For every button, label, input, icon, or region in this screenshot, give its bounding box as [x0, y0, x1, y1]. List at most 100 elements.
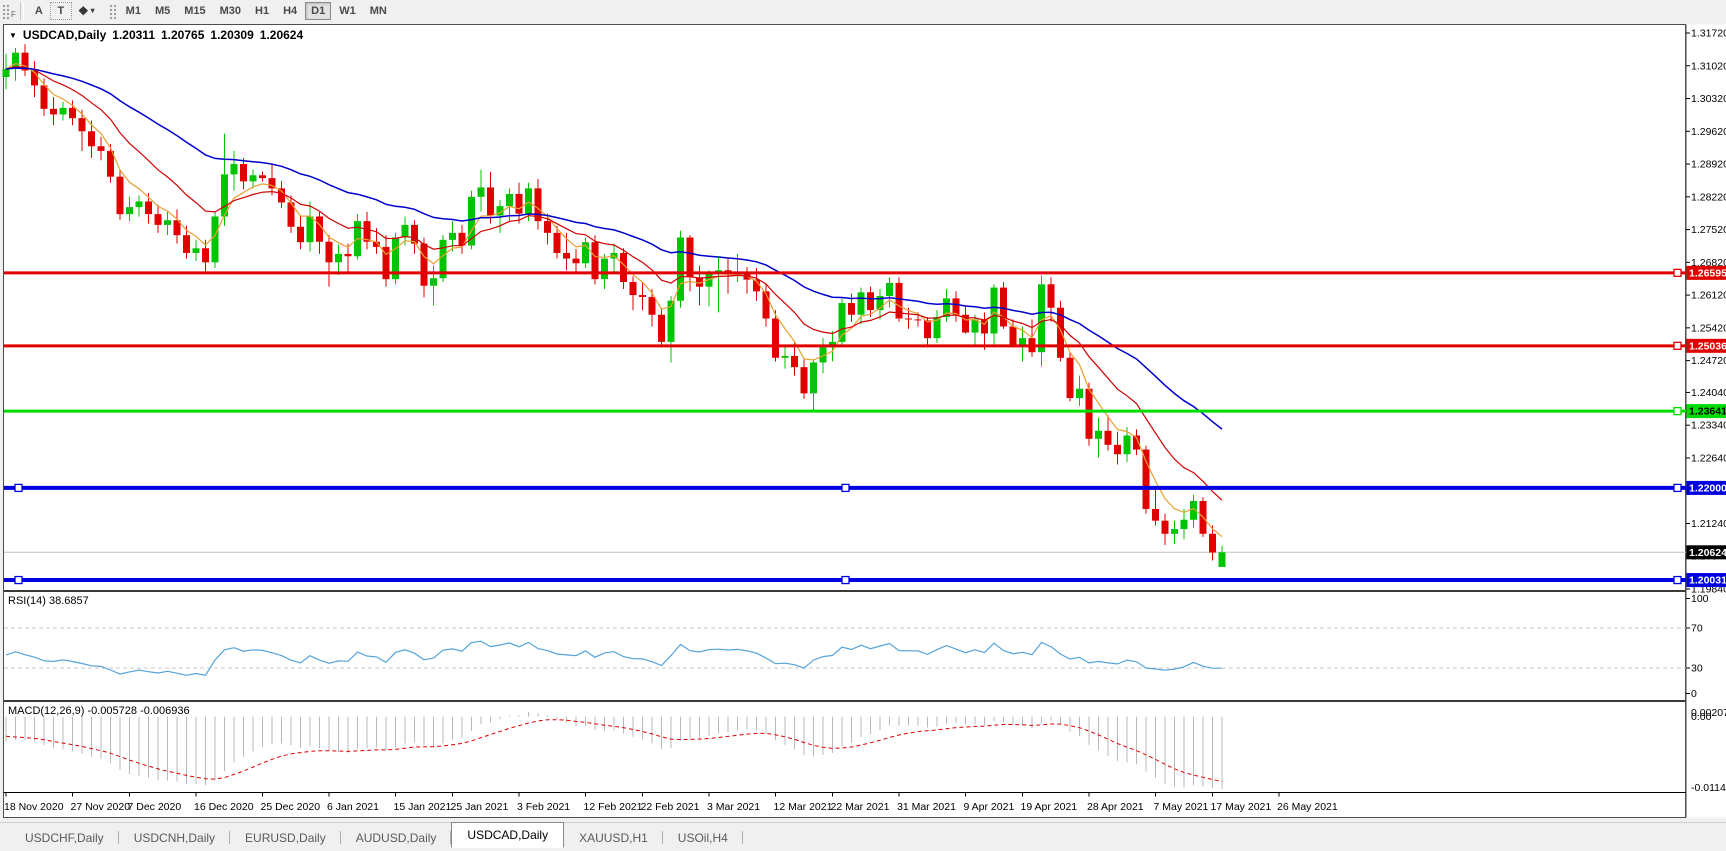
candle-body [601, 258, 608, 280]
candle-body [1104, 430, 1112, 445]
toolbar-grip[interactable] [2, 3, 10, 20]
chart-tab-audusd[interactable]: AUDUSD,Daily [341, 827, 452, 848]
chart-tab-xauusd[interactable]: XAUUSD,H1 [564, 827, 663, 848]
chart-collapse-icon[interactable]: ▼ [9, 31, 17, 40]
date-tick-label: 18 Nov 2020 [4, 801, 64, 813]
date-tick-label: 7 Dec 2020 [128, 801, 182, 813]
candle-body [164, 220, 171, 225]
line-handle[interactable] [1673, 406, 1682, 416]
candle-body [677, 237, 684, 301]
candle-body [230, 164, 238, 175]
price-tick-label: 1.26120 [1691, 290, 1726, 302]
date-tick-label: 12 Feb 2021 [584, 801, 643, 813]
timeframe-button-h1[interactable]: H1 [249, 2, 275, 20]
chart-tab-eurusd[interactable]: EURUSD,Daily [230, 827, 341, 848]
objects-dropdown-button[interactable]: ❖ ▾ [72, 2, 101, 20]
price-tick-label: 1.30320 [1691, 93, 1726, 105]
timeframe-button-h4[interactable]: H4 [277, 2, 303, 20]
candle-body [183, 235, 190, 253]
date-tick-label: 31 Mar 2021 [897, 801, 956, 813]
line-handle[interactable] [1673, 341, 1682, 350]
candle-body [88, 131, 95, 147]
candle-body [316, 216, 323, 242]
candle-body [848, 303, 855, 315]
price-tick-label: 1.29620 [1691, 126, 1726, 138]
timeframe-button-mn[interactable]: MN [364, 2, 393, 20]
candle-body [259, 175, 266, 179]
price-tick-label: 1.31020 [1691, 60, 1726, 72]
line-handle[interactable] [1673, 483, 1682, 493]
chart-window[interactable] [3, 24, 1686, 818]
timeframe-button-m1[interactable]: M1 [120, 2, 147, 20]
chart-tabs-bar: USDCHF,Daily USDCNH,Daily EURUSD,Daily AUDU… [0, 822, 1726, 848]
date-tick-label: 9 Apr 2021 [964, 801, 1015, 813]
line-handle[interactable] [14, 575, 23, 585]
candle-body [924, 320, 931, 339]
candle-body [867, 292, 874, 311]
line-handle[interactable] [14, 483, 23, 493]
candle-body [420, 243, 428, 286]
text-label-button[interactable]: A [28, 2, 50, 20]
candle-body [886, 282, 893, 297]
chart-tab-label: USDCAD,Daily [467, 828, 549, 842]
toolbar-separator [19, 1, 24, 20]
candle-body [1085, 388, 1093, 439]
candle-body [553, 232, 561, 253]
timeframe-button-m15[interactable]: M15 [178, 2, 211, 20]
price-tick-label: 1.23340 [1691, 420, 1726, 432]
price-tick-label: 1.31720 [1691, 28, 1726, 40]
rsi-indicator-label: RSI(14) 38.6857 [8, 595, 89, 607]
candle-body [990, 287, 998, 334]
line-handle[interactable] [841, 483, 850, 493]
text-tool-button[interactable]: T [49, 1, 72, 20]
line-handle[interactable] [1673, 268, 1682, 278]
candle-body [1076, 388, 1083, 399]
price-tick-label: 1.28220 [1691, 191, 1726, 203]
ohlc-open: 1.20311 [112, 28, 155, 42]
chart-tab-usdcnh[interactable]: USDCNH,Daily [119, 827, 231, 848]
date-tick-label: 27 Nov 2020 [71, 801, 131, 813]
price-tick-label: 1.24040 [1691, 387, 1726, 399]
chart-tab-usoil[interactable]: USOil,H4 [663, 827, 743, 848]
timeframe-button-m5[interactable]: M5 [149, 2, 176, 20]
rsi-tick-label: 30 [1691, 663, 1703, 675]
date-tick-label: 7 May 2021 [1154, 801, 1209, 813]
date-tick-label: 19 Apr 2021 [1021, 801, 1078, 813]
candle-body [401, 224, 409, 238]
chart-tab-label: EURUSD,Daily [245, 830, 326, 845]
timeframe-button-d1[interactable]: D1 [305, 1, 332, 20]
price-badge-1.26595: 1.26595 [1689, 267, 1726, 279]
candle-body [325, 241, 333, 263]
price-badge-1.20031: 1.20031 [1689, 575, 1726, 587]
profile-letter: F [11, 10, 16, 19]
ohlc-high: 1.20765 [161, 28, 205, 42]
tab-divider [741, 831, 743, 844]
candle-body [69, 107, 76, 119]
ohlc-low: 1.20309 [210, 28, 254, 42]
date-tick-label: 15 Jan 2021 [394, 801, 452, 813]
line-handle[interactable] [1673, 575, 1682, 585]
candle-body [135, 201, 143, 208]
candle-body [506, 193, 513, 207]
rsi-tick-label: 70 [1691, 623, 1703, 635]
candle-body [1209, 533, 1216, 553]
timeframe-button-w1[interactable]: W1 [333, 2, 362, 20]
candle-body [648, 296, 656, 315]
candle-body [762, 291, 770, 319]
chart-tab-label: USOil,H4 [677, 830, 728, 845]
chart-tab-label: AUDUSD,Daily [355, 830, 437, 845]
date-tick-label: 3 Feb 2021 [517, 801, 570, 813]
timeframe-toolbar-grip[interactable] [108, 3, 117, 20]
candle-body [791, 355, 798, 368]
chart-tab-usdcad[interactable]: USDCAD,Daily [451, 822, 565, 848]
candle-body [145, 201, 152, 215]
chart-canvas[interactable]: 1.31720 1.31020 1.30320 1.29620 1.28920 1.282… [0, 0, 1726, 851]
candle-body [154, 214, 162, 225]
chart-tab-usdchf[interactable]: USDCHF,Daily [10, 827, 119, 848]
candle-body [525, 188, 532, 214]
chart-tab-label: XAUUSD,H1 [579, 830, 648, 845]
date-tick-label: 3 Mar 2021 [707, 801, 760, 813]
timeframe-button-m30[interactable]: M30 [214, 2, 247, 20]
date-tick-label: 22 Mar 2021 [831, 801, 890, 813]
line-handle[interactable] [841, 575, 850, 585]
